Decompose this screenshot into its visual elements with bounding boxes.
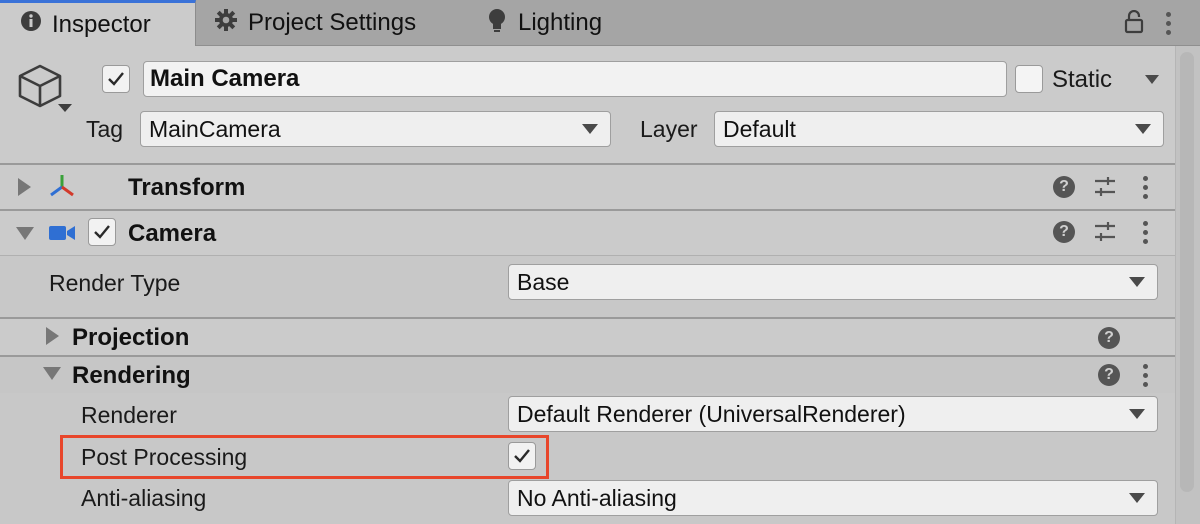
scrollbar-thumb[interactable] (1180, 52, 1194, 492)
transform-title: Transform (128, 174, 246, 201)
gear-icon (214, 8, 238, 39)
object-name-field[interactable]: Main Camera (143, 61, 1007, 97)
help-icon[interactable]: ? (1098, 364, 1120, 386)
anti-aliasing-value: No Anti-aliasing (517, 484, 677, 511)
fold-right-icon[interactable] (18, 178, 31, 196)
help-icon[interactable]: ? (1098, 327, 1120, 349)
chevron-down-icon (1129, 277, 1145, 287)
tab-label: Lighting (518, 9, 603, 36)
tab-bar: Inspector Project Settings Lighting (0, 0, 1200, 46)
fold-down-icon[interactable] (16, 227, 34, 240)
icon-dropdown-icon[interactable] (58, 104, 72, 112)
renderer-dropdown[interactable]: Default Renderer (UniversalRenderer) (508, 396, 1158, 432)
gameobject-cube-icon[interactable] (16, 64, 64, 113)
tab-project-settings[interactable]: Project Settings (214, 0, 416, 46)
tag-dropdown[interactable]: MainCamera (140, 111, 611, 147)
renderer-value: Default Renderer (UniversalRenderer) (517, 400, 906, 427)
anti-aliasing-label: Anti-aliasing (81, 485, 207, 511)
tab-inspector[interactable]: Inspector (0, 0, 196, 46)
static-dropdown-icon[interactable] (1145, 75, 1159, 84)
presets-icon[interactable] (1094, 221, 1116, 243)
anti-aliasing-dropdown[interactable]: No Anti-aliasing (508, 480, 1158, 516)
chevron-down-icon (1129, 493, 1145, 503)
renderer-label: Renderer (81, 402, 177, 428)
lightbulb-icon (486, 7, 508, 40)
render-type-value: Base (517, 268, 570, 295)
camera-title: Camera (128, 220, 217, 247)
layer-dropdown[interactable]: Default (714, 111, 1164, 147)
tag-value: MainCamera (149, 115, 281, 142)
component-menu-icon[interactable] (1143, 221, 1149, 245)
lock-icon[interactable] (1124, 9, 1144, 39)
chevron-down-icon (582, 124, 598, 134)
camera-enabled-checkbox[interactable] (88, 218, 116, 246)
tab-menu-icon[interactable] (1166, 12, 1172, 36)
rendering-label: Rendering (72, 362, 191, 389)
tab-label: Project Settings (248, 9, 417, 36)
component-menu-icon[interactable] (1143, 176, 1149, 200)
chevron-down-icon (1135, 124, 1151, 134)
help-icon[interactable]: ? (1053, 176, 1075, 198)
checkmark-icon (94, 225, 110, 239)
active-checkbox[interactable] (102, 65, 130, 93)
static-checkbox[interactable] (1015, 65, 1043, 93)
fold-down-icon[interactable] (43, 367, 61, 380)
presets-icon[interactable] (1094, 176, 1116, 198)
transform-axes-icon (48, 173, 76, 204)
rendering-menu-icon[interactable] (1143, 364, 1149, 388)
static-label: Static (1052, 66, 1113, 93)
projection-label: Projection (72, 324, 190, 351)
camera-icon (48, 223, 76, 248)
help-icon[interactable]: ? (1053, 221, 1075, 243)
tag-label: Tag (86, 116, 124, 142)
object-name-value: Main Camera (150, 65, 300, 92)
layer-value: Default (723, 115, 796, 142)
tab-lighting[interactable]: Lighting (486, 0, 602, 46)
chevron-down-icon (1129, 409, 1145, 419)
layer-label: Layer (640, 116, 698, 142)
divider (0, 255, 1175, 256)
render-type-dropdown[interactable]: Base (508, 264, 1158, 300)
fold-right-icon[interactable] (46, 327, 59, 345)
checkmark-icon (108, 72, 124, 86)
tab-label: Inspector (52, 10, 151, 38)
info-icon (20, 10, 42, 39)
render-type-label: Render Type (49, 270, 181, 296)
highlight-box (60, 435, 549, 479)
